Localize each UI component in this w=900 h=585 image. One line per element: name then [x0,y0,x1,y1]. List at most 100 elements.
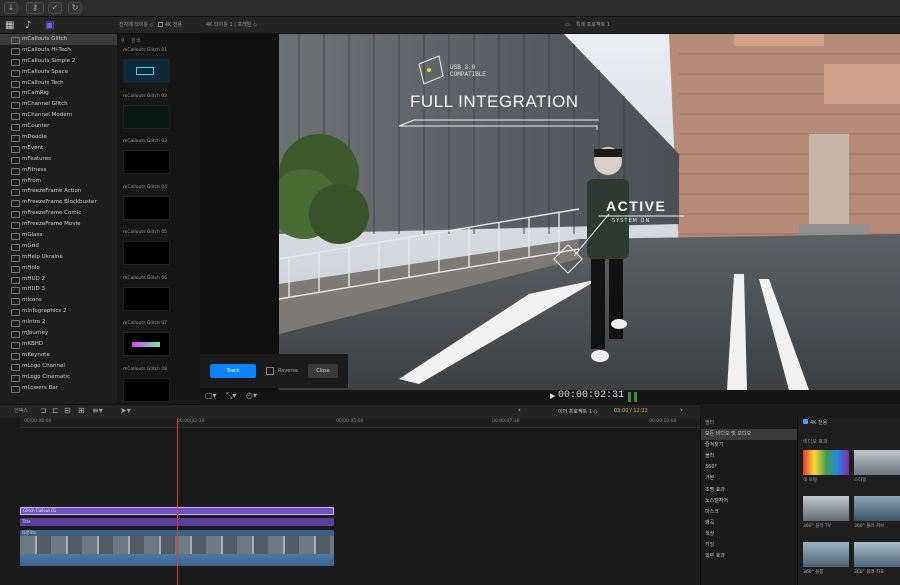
sidebar-item[interactable]: mCallouts Hi-Tech [0,45,117,56]
clip-thumbnail [123,104,170,129]
download-icon[interactable]: ↓ [4,2,18,14]
category-selected[interactable]: 모든 비디오 및 오디오 [701,429,797,441]
category-item[interactable]: 기본 [701,473,797,484]
sidebar-item[interactable]: mCallouts Space [0,67,117,78]
sidebar-item[interactable]: mDoodle [0,132,117,143]
history-back-icon[interactable]: ‹ [518,406,521,414]
sidebar-item[interactable]: mCamRig [0,88,117,99]
sidebar-item[interactable]: mFreezeFrame Action [0,186,117,197]
sidebar-item[interactable]: mFrom [0,176,117,187]
overwrite-clip-icon[interactable]: ⊞ [78,406,85,415]
effects-browser: 4K 전용 비디오 효과 색 보정 스타일 360° 블러 TV 360° 블러… [797,418,900,585]
ruler-timecode: 00:00:05:00 [336,419,364,424]
effect-item[interactable]: 색 보정 [803,450,849,483]
4k-checkbox[interactable] [158,22,164,27]
sidebar-item[interactable]: mChannel Modern [0,110,117,121]
effect-item[interactable]: 스타일 [854,450,900,483]
category-item[interactable]: 노스텔지어 [701,496,797,507]
clip-item[interactable]: mCallouts Glitch 07 [123,321,200,367]
sidebar-item[interactable]: mJourney [0,328,117,339]
category-item[interactable]: 조명 효과 [701,485,797,496]
category-item[interactable]: 즐겨찾기 [701,440,797,451]
sidebar-item[interactable]: mCounter [0,121,117,132]
close-button[interactable]: Close [308,364,338,378]
photos-icon[interactable]: ♪ [25,20,31,31]
clip-item[interactable]: mCallouts Glitch 08 [123,367,200,405]
sidebar-item[interactable]: mFreezeFrame Comic [0,208,117,219]
crop-icon[interactable]: ▢▾ [205,391,217,400]
sidebar-item[interactable]: mHelp Ukraine [0,252,117,263]
speed-icon[interactable]: ◴▾ [246,391,257,400]
sidebar-item[interactable]: mLogo Cinematic [0,372,117,383]
sidebar-item[interactable]: mFreezeFrame Movie [0,219,117,230]
transform-icon[interactable]: ⤡▾ [226,391,236,401]
search-field[interactable]: ⚲ 검색 [121,36,196,46]
edit-menu-icon[interactable]: ≡▾ [92,406,103,415]
clip-item[interactable]: mCallouts Glitch 06 [123,276,200,322]
sidebar-item[interactable]: mFeatures [0,154,117,165]
sidebar-item[interactable]: mIcons [0,295,117,306]
category-item[interactable]: 360° [701,462,797,473]
clip-item[interactable]: mCallouts Glitch 01 [123,48,200,94]
check-circle-icon[interactable]: ✓ [48,2,62,14]
sidebar-item[interactable]: mGrid [0,241,117,252]
timecode-display[interactable]: 00:00:02:31 [558,390,624,401]
sidebar-item[interactable]: mIntro 2 [0,317,117,328]
effect-item[interactable]: 360° 블러 커브 [854,496,900,529]
sidebar-item[interactable]: mInfographics 2 [0,306,117,317]
sidebar-item[interactable]: mCallouts Tech [0,78,117,89]
insert-clip-icon[interactable]: ⊏ [52,406,59,415]
effects-category-list: 필터 모든 비디오 및 오디오 즐겨찾기 블러 360° 기본 조명 효과 노스텔지어 마스… [700,418,797,585]
clip-label: mCallouts Glitch 04 [123,184,168,190]
timeline-ruler[interactable]: 00:00:00:00 00:00:02:30 00:00:05:00 00:00:0… [20,418,700,428]
effect-item[interactable]: 360° 블러 좌표 [854,542,900,575]
history-forward-icon[interactable]: › [680,406,683,414]
sidebar-item[interactable]: mKeynote [0,350,117,361]
sidebar-item[interactable]: mChannel Glitch [0,99,117,110]
search-icon: ⚲ [121,38,125,44]
clip-item[interactable]: mCallouts Glitch 03 [123,139,200,185]
sidebar-item[interactable]: mKBHD [0,339,117,350]
browser-filter-dropdown[interactable]: 전자에 타이틀 ◇ [119,22,154,28]
key-icon[interactable]: ⚷ [26,2,44,14]
sidebar-item[interactable]: mHUD 2 [0,274,117,285]
category-item[interactable]: 왜곡 [701,518,797,529]
track-button[interactable]: Track [210,364,256,378]
sidebar-item[interactable]: mLowers Bar [0,383,117,394]
viewer-format-dropdown[interactable]: 4K 타이틀 1 | 프레임 ◇ [206,17,257,34]
playhead[interactable] [177,418,178,585]
select-tool-icon[interactable]: ➤▾ [120,406,131,415]
sidebar-item[interactable]: mCallouts Glitch [0,34,117,45]
4k-toggle[interactable] [803,419,808,424]
category-item[interactable]: 블러 [701,451,797,462]
category-item[interactable]: 외부 효과 [701,551,797,562]
clip-item[interactable]: mCallouts Glitch 02 [123,94,200,140]
effect-item[interactable]: 360° 블룸 [803,542,849,575]
category-item[interactable]: 키잉 [701,540,797,551]
video-preview[interactable]: USB 3.0 COMPATIBLE FULL INTEGRATION ACTI… [279,34,900,390]
sidebar-item[interactable]: mFreezeFrame Blockbuster [0,197,117,208]
sidebar-item[interactable]: mLogo Channel [0,361,117,372]
sidebar-item[interactable]: mGlass [0,230,117,241]
clip-label: mCallouts Glitch 03 [123,139,168,144]
reverse-checkbox[interactable] [266,367,274,375]
sidebar-item[interactable]: mHolo [0,263,117,274]
refresh-icon[interactable]: ↻ [68,2,82,14]
effect-item[interactable]: 360° 블러 TV [803,496,849,529]
sidebar-item[interactable]: mCallouts Simple 2 [0,56,117,67]
index-button[interactable]: 인덱스 [14,407,28,414]
sidebar-item[interactable]: mHUD 3 [0,284,117,295]
connect-clip-icon[interactable]: ⊐ [40,406,47,415]
category-item[interactable]: 색상 [701,529,797,540]
play-icon[interactable]: ▶ [550,392,555,400]
sidebar-item[interactable]: mFitness [0,165,117,176]
library-icon[interactable]: ▦ [5,20,14,31]
sidebar-item[interactable]: mEvent [0,143,117,154]
category-item[interactable]: 마스크 [701,507,797,518]
clip-item[interactable]: mCallouts Glitch 04 [123,185,200,231]
titles-icon[interactable]: ▣ [45,20,54,31]
timeline-project-name[interactable]: 이어 프로젝트 1 ◇ [558,408,597,415]
append-clip-icon[interactable]: ⊟ [64,406,71,415]
clip-item[interactable]: mCallouts Glitch 05 [123,230,200,276]
ruler-timecode: 00:00:02:30 [177,419,205,424]
